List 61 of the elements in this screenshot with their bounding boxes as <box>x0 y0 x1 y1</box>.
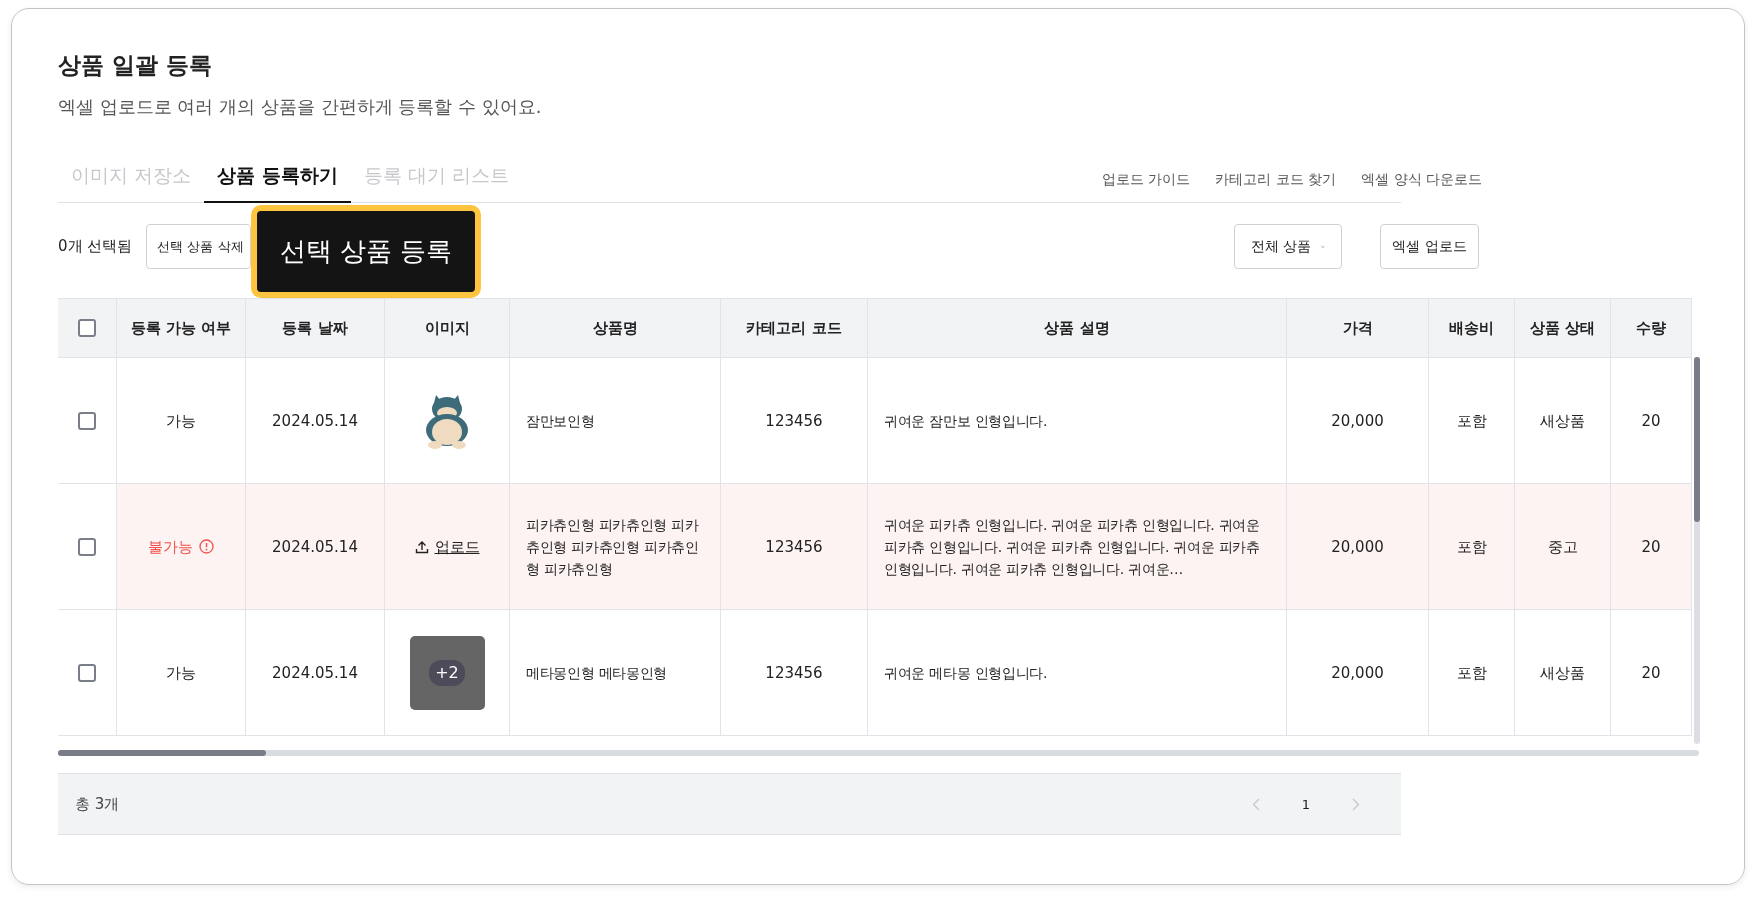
column-header: 카테고리 코드 <box>721 299 868 357</box>
warning-icon <box>199 539 214 554</box>
column-header: 상품 설명 <box>868 299 1287 357</box>
link[interactable]: 업로드 가이드 <box>1102 171 1191 189</box>
table-cell-text: 피카츄인형 피카츄인형 피카츄인형 피카츄인형 피카츄인형 피카츄인형 <box>526 515 700 579</box>
page-title: 상품 일괄 등록 <box>58 51 213 80</box>
column-header: 상품 상태 <box>1515 299 1611 357</box>
table-cell-text: 새상품 <box>1540 410 1585 432</box>
table-cell-text: 2024.05.14 <box>272 662 358 684</box>
selection-count: 0개 선택됨 <box>58 237 133 256</box>
table-cell-text: 2024.05.14 <box>272 410 358 432</box>
total-count: 총 3개 <box>75 794 120 814</box>
table-cell-text: 귀여운 피카츄 인형입니다. 귀여운 피카츄 인형입니다. 귀여운 피카츄 인형입니다. 귀여운 피카츄 인형입니다. 귀여운 피카츄 인형입니다. 귀여운 피카츄 인형입니다. 귀여운… <box>884 515 1261 579</box>
page-subtitle: 엑셀 업로드로 여러 개의 상품을 간편하게 등록할 수 있어요. <box>58 95 543 119</box>
tab[interactable]: 상품 등록하기 <box>204 151 351 203</box>
more-images-count: +2 <box>429 659 465 686</box>
link[interactable]: 엑셀 양식 다운로드 <box>1361 171 1483 189</box>
table-cell-text: 귀여운 메타몽 인형입니다. <box>884 663 1048 683</box>
column-header: 배송비 <box>1429 299 1515 357</box>
table-cell-text: 포함 <box>1456 536 1487 558</box>
delete-button[interactable]: 선택 상품 삭제 <box>146 224 252 269</box>
row-checkbox[interactable] <box>78 411 96 430</box>
table-cell-text: 메타몽인형 메타몽인형 <box>526 663 668 683</box>
table-cell-text: 123456 <box>765 536 823 558</box>
table-cell-text: 123456 <box>765 662 823 684</box>
column-header: 등록 날짜 <box>246 299 385 357</box>
table-cell-text: 20 <box>1641 536 1661 558</box>
page-number[interactable]: 1 <box>1301 796 1310 812</box>
select-all-checkbox[interactable] <box>78 319 96 337</box>
image-thumbnail[interactable]: +2 <box>409 635 485 710</box>
row-checkbox[interactable] <box>78 663 96 682</box>
vertical-scrollbar[interactable] <box>1694 357 1700 744</box>
excel-upload-button[interactable]: 엑셀 업로드 <box>1380 224 1479 269</box>
register-button[interactable]: 선택 상품 등록 <box>251 205 481 298</box>
row-checkbox[interactable] <box>78 537 96 556</box>
status-text: 가능 <box>166 410 196 432</box>
table-cell-text: 포함 <box>1456 410 1487 432</box>
table-cell-text: 20,000 <box>1331 662 1384 684</box>
column-header: 수량 <box>1611 299 1692 357</box>
table-cell-text: 123456 <box>765 410 823 432</box>
link[interactable]: 카테고리 코드 찾기 <box>1215 171 1337 189</box>
column-header: 등록 가능 여부 <box>117 299 246 357</box>
status-text: 가능 <box>166 662 196 684</box>
table-cell-text: 20,000 <box>1331 410 1384 432</box>
column-header: 이미지 <box>385 299 510 357</box>
horizontal-scrollbar[interactable] <box>58 750 1699 756</box>
table-cell-text: 20 <box>1641 410 1661 432</box>
table-cell-text: 포함 <box>1456 662 1487 684</box>
upload-icon <box>414 539 429 554</box>
table-cell-text: 새상품 <box>1540 662 1585 684</box>
upload-link[interactable]: 업로드 <box>414 535 480 558</box>
table-cell-text: 중고 <box>1547 536 1578 558</box>
table-cell-text: 20 <box>1641 662 1661 684</box>
column-header: 가격 <box>1287 299 1429 357</box>
column-header: 상품명 <box>510 299 721 357</box>
filter-dropdown[interactable]: 전체 상품 <box>1234 224 1342 269</box>
table-cell-text: 2024.05.14 <box>272 536 358 558</box>
status-text: 불가능 <box>148 536 193 558</box>
table-cell-text: 20,000 <box>1331 536 1384 558</box>
table-cell-text: 잠만보인형 <box>526 411 595 431</box>
table-cell-text: 귀여운 잠만보 인형입니다. <box>884 411 1048 431</box>
